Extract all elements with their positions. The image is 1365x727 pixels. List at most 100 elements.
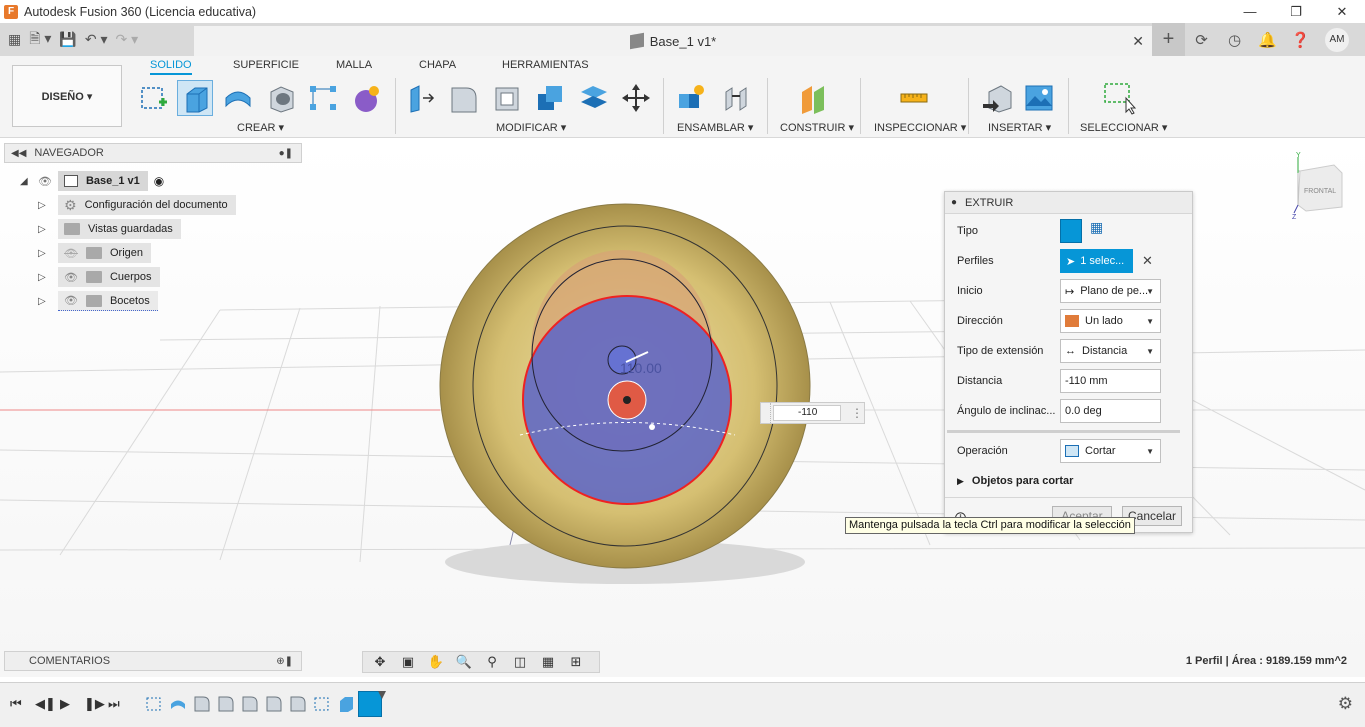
help-icon[interactable]: ❓	[1284, 23, 1317, 56]
group-construir[interactable]: CONSTRUIR ▾	[780, 121, 854, 134]
tree-root[interactable]: ◢ 👁 Base_1 v1 ◉	[20, 171, 164, 191]
drag-handle[interactable]	[761, 403, 771, 423]
tree-item-origin[interactable]: ▷ 👁 Origen	[38, 243, 151, 263]
minimize-button[interactable]: —	[1227, 0, 1273, 23]
tab-chapa[interactable]: CHAPA	[419, 59, 456, 71]
job-status-clock-icon[interactable]: ◷	[1218, 23, 1251, 56]
go-to-end-icon[interactable]: ⏭	[108, 696, 120, 712]
add-comment-icon[interactable]: ⊕❚	[276, 656, 293, 667]
manipulator-point[interactable]	[649, 424, 655, 430]
workspace-switcher[interactable]: DISEÑO ▾	[12, 65, 122, 127]
start-dropdown[interactable]: ↦ Plano de pe... ▼	[1060, 279, 1161, 303]
tree-item-bodies[interactable]: ▷ 👁 Cuerpos	[38, 267, 160, 287]
timeline-current-extrude[interactable]	[358, 691, 382, 717]
new-tab-plus-icon[interactable]: +	[1152, 23, 1185, 56]
group-insertar[interactable]: INSERTAR ▾	[988, 121, 1051, 134]
measure-icon[interactable]	[896, 80, 932, 116]
taper-angle-field[interactable]: 0.0 deg	[1060, 399, 1161, 423]
timeline-fillet-icon[interactable]	[193, 695, 211, 713]
fit-zoom-icon[interactable]: ⚲	[480, 654, 504, 670]
data-panel-grid-icon[interactable]: ▦	[8, 29, 21, 51]
tree-expand-icon[interactable]: ▷	[38, 248, 50, 259]
group-inspeccionar[interactable]: INSPECCIONAR ▾	[874, 121, 966, 134]
save-icon[interactable]: 💾	[59, 29, 76, 51]
clear-selection-icon[interactable]: ✕	[1142, 253, 1153, 269]
step-back-icon[interactable]: ◀❚	[35, 696, 56, 712]
tab-herramientas[interactable]: HERRAMIENTAS	[502, 59, 589, 71]
more-options-icon[interactable]: ⋮	[851, 406, 863, 420]
tree-expand-icon[interactable]: ▷	[38, 200, 50, 211]
undo-icon[interactable]: ↶ ▾	[85, 29, 108, 51]
tree-expand-icon[interactable]: ▷	[38, 272, 50, 283]
restore-button[interactable]: ❐	[1273, 0, 1319, 23]
tree-item-sketches[interactable]: ▷ 👁 Bocetos	[38, 291, 158, 311]
expand-triangle-icon[interactable]: ▶	[957, 476, 964, 487]
display-settings-icon[interactable]: ◫	[508, 654, 532, 670]
step-forward-icon[interactable]: ❚▶	[84, 696, 105, 712]
group-seleccionar[interactable]: SELECCIONAR ▾	[1080, 121, 1167, 134]
view-cube[interactable]: FRONTAL Y Z	[1290, 151, 1350, 221]
group-modificar[interactable]: MODIFICAR ▾	[496, 121, 566, 134]
file-menu-icon[interactable]: 🗎 ▾	[29, 29, 51, 51]
joint-icon[interactable]	[718, 80, 754, 116]
combine-icon[interactable]	[532, 80, 568, 116]
split-body-icon[interactable]	[575, 80, 611, 116]
tree-expand-icon[interactable]: ▷	[38, 296, 50, 307]
timeline-fillet-icon[interactable]	[241, 695, 259, 713]
window-select-icon[interactable]	[1101, 80, 1137, 116]
grid-settings-icon[interactable]: ▦	[536, 654, 560, 670]
profiles-selection-button[interactable]: ➤ 1 selec...	[1060, 249, 1133, 273]
pattern-icon[interactable]	[305, 80, 341, 116]
operation-dropdown[interactable]: Cortar ▼	[1060, 439, 1161, 463]
look-at-icon[interactable]: ▣	[396, 654, 420, 670]
distance-input[interactable]: -110	[773, 405, 841, 421]
close-window-button[interactable]: ✕	[1319, 0, 1365, 23]
timeline-fillet-icon[interactable]	[289, 695, 307, 713]
tree-item-document-settings[interactable]: ▷ ⚙ Configuración del documento	[38, 195, 236, 215]
timeline-fillet-icon[interactable]	[217, 695, 235, 713]
visibility-eye-icon[interactable]: 👁	[64, 271, 78, 284]
notifications-bell-icon[interactable]: 🔔	[1251, 23, 1284, 56]
tree-expand-icon[interactable]: ▷	[38, 224, 50, 235]
go-to-start-icon[interactable]: ⏮	[10, 696, 22, 712]
collapse-panel-icon[interactable]: ◀◀	[11, 148, 26, 159]
zoom-icon[interactable]: 🔍	[452, 654, 476, 670]
timeline-sketch-icon[interactable]	[313, 695, 331, 713]
extent-type-dropdown[interactable]: ↔ Distancia ▼	[1060, 339, 1161, 363]
extrude-icon[interactable]	[177, 80, 213, 116]
activate-radio-icon[interactable]: ◉	[154, 174, 164, 188]
timeline-revolve-icon[interactable]	[169, 695, 187, 713]
timeline-settings-gear-icon[interactable]: ⚙	[1338, 694, 1353, 714]
pan-hand-icon[interactable]: ✋	[424, 654, 448, 670]
tab-superficie[interactable]: SUPERFICIE	[233, 59, 299, 71]
close-tab-button[interactable]: ✕	[1132, 33, 1144, 50]
sync-icon[interactable]: ⟳	[1185, 23, 1218, 56]
insert-derive-icon[interactable]	[979, 80, 1015, 116]
navigator-minimize-icon[interactable]: ●❚	[279, 148, 293, 159]
tab-malla[interactable]: MALLA	[336, 59, 372, 71]
document-tab[interactable]: Base_1 v1* ✕	[194, 26, 1152, 56]
visibility-eye-icon[interactable]: 👁	[38, 175, 52, 188]
move-copy-icon[interactable]	[618, 80, 654, 116]
visibility-eye-icon[interactable]: 👁	[64, 294, 78, 307]
hidden-eye-icon[interactable]: 👁	[64, 247, 78, 260]
extrude-dialog-header[interactable]: ● EXTRUIR	[945, 192, 1192, 214]
create-sketch-icon[interactable]	[135, 80, 171, 116]
new-component-icon[interactable]	[673, 80, 709, 116]
type-solid-icon[interactable]	[1060, 219, 1082, 243]
timeline-extrude-icon[interactable]	[337, 695, 355, 713]
collapse-dialog-icon[interactable]: ●	[951, 197, 957, 208]
group-crear[interactable]: CREAR ▾	[237, 121, 284, 134]
distance-field[interactable]: -110 mm	[1060, 369, 1161, 393]
offset-plane-icon[interactable]	[796, 80, 832, 116]
hole-icon[interactable]	[263, 80, 299, 116]
orbit-icon[interactable]: ✥	[368, 654, 392, 670]
row-objects-to-cut[interactable]: ▶ Objetos para cortar	[957, 469, 1187, 493]
direction-dropdown[interactable]: Un lado ▼	[1060, 309, 1161, 333]
create-form-icon[interactable]	[348, 80, 384, 116]
tree-item-saved-views[interactable]: ▷ Vistas guardadas	[38, 219, 181, 239]
shell-icon[interactable]	[489, 80, 525, 116]
comments-panel[interactable]: COMENTARIOS ⊕❚	[4, 651, 302, 671]
fillet-icon[interactable]	[446, 80, 482, 116]
redo-icon[interactable]: ↷ ▾	[116, 29, 139, 51]
